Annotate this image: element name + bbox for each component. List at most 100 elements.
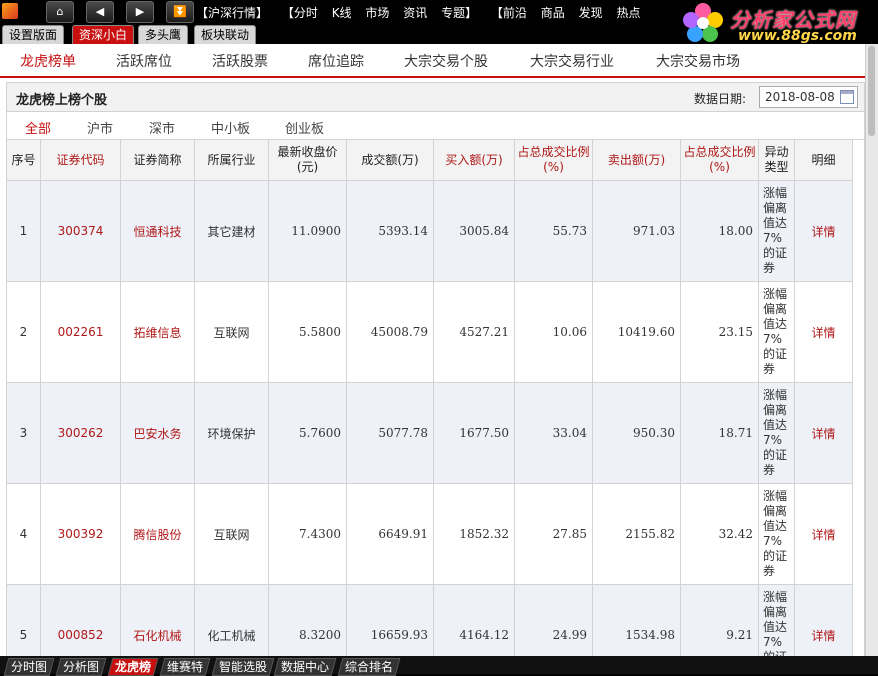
- sell-ratio: 18.71: [680, 382, 759, 484]
- table-row[interactable]: 5 000852 石化机械 化工机械 8.3200 16659.93 4164.12 24.9…: [6, 584, 853, 656]
- tab-block-trade-stocks[interactable]: 大宗交易个股: [404, 51, 488, 71]
- detail-link[interactable]: 详情: [794, 281, 853, 383]
- filter-sme-board[interactable]: 中小板: [211, 118, 250, 137]
- tab-dragon-tiger-list[interactable]: 龙虎榜单: [20, 51, 76, 71]
- btab-data-center-label: 数据中心: [281, 660, 330, 674]
- col-header-code[interactable]: 证券代码: [40, 139, 121, 181]
- col-header-industry[interactable]: 所属行业: [194, 139, 269, 181]
- tab-senior-novice[interactable]: 资深小白: [72, 25, 135, 44]
- btab-weisaite[interactable]: 维赛特: [159, 658, 211, 676]
- filter-shanghai[interactable]: 沪市: [87, 118, 113, 137]
- btab-smart-pick[interactable]: 智能选股: [211, 658, 275, 676]
- stock-name[interactable]: 恒通科技: [120, 180, 195, 282]
- table-row[interactable]: 4 300392 腾信股份 互联网 7.4300 6649.91 1852.32 27.85 2…: [6, 483, 853, 585]
- btab-data-center[interactable]: 数据中心: [273, 658, 337, 676]
- vertical-scrollbar[interactable]: [865, 44, 878, 656]
- back-arrow-icon[interactable]: ◀: [86, 1, 114, 23]
- filter-all[interactable]: 全部: [25, 118, 51, 137]
- stock-code[interactable]: 300392: [40, 483, 121, 585]
- menu-item-discover[interactable]: 发现: [579, 4, 603, 21]
- menu-item-market[interactable]: 【沪深行情】: [196, 4, 268, 21]
- btab-smart-pick-label: 智能选股: [219, 660, 268, 674]
- tab-layout-settings[interactable]: 设置版面: [2, 25, 65, 44]
- listed-stocks-panel: 龙虎榜上榜个股 数据日期: 2018-08-08 全部 沪市 深市 中小板 创业…: [6, 82, 865, 656]
- app-icon[interactable]: [2, 3, 18, 19]
- table-row[interactable]: 2 002261 拓维信息 互联网 5.5800 45008.79 4527.21 10.06…: [6, 281, 853, 383]
- tab-block-trade-market[interactable]: 大宗交易市场: [656, 51, 740, 71]
- tab-active-stocks[interactable]: 活跃股票: [212, 51, 268, 71]
- table-row[interactable]: 3 300262 巴安水务 环境保护 5.7600 5077.78 1677.50 33.04…: [6, 382, 853, 484]
- turnover: 45008.79: [346, 281, 434, 383]
- turnover: 6649.91: [346, 483, 434, 585]
- col-header-close[interactable]: 最新收盘价(元): [268, 139, 347, 181]
- stock-code[interactable]: 300262: [40, 382, 121, 484]
- detail-link[interactable]: 详情: [794, 584, 853, 656]
- tab-active-seats[interactable]: 活跃席位: [116, 51, 172, 71]
- turnover: 5077.78: [346, 382, 434, 484]
- calendar-icon[interactable]: [840, 90, 854, 104]
- stock-code[interactable]: 300374: [40, 180, 121, 282]
- col-header-amount[interactable]: 成交额(万): [346, 139, 434, 181]
- filter-shenzhen[interactable]: 深市: [149, 118, 175, 137]
- btab-dragon-tiger[interactable]: 龙虎榜: [107, 658, 159, 676]
- menu-item-hot[interactable]: 热点: [616, 4, 640, 21]
- detail-link[interactable]: 详情: [794, 180, 853, 282]
- menu-item-goods[interactable]: 商品: [541, 4, 565, 21]
- stock-name[interactable]: 巴安水务: [120, 382, 195, 484]
- col-header-sell-pct[interactable]: 占总成交比例(%): [680, 139, 759, 181]
- btab-timeshare[interactable]: 分时图: [3, 658, 55, 676]
- buy-amount: 1677.50: [433, 382, 515, 484]
- tab-block-trade-industry[interactable]: 大宗交易行业: [530, 51, 614, 71]
- detail-link[interactable]: 详情: [794, 382, 853, 484]
- menu-item-kline[interactable]: K线: [332, 4, 352, 21]
- col-header-buy-pct[interactable]: 占总成交比例(%): [514, 139, 593, 181]
- chevron-down-icon[interactable]: ⏬: [166, 1, 194, 23]
- menu-item-news[interactable]: 资讯: [403, 4, 427, 21]
- close-price: 5.7600: [268, 382, 347, 484]
- btab-weisaite-label: 维赛特: [167, 660, 204, 674]
- table-row[interactable]: 1 300374 恒通科技 其它建材 11.0900 5393.14 3005.84 55.7…: [6, 180, 853, 282]
- date-label: 数据日期:: [693, 92, 746, 106]
- col-header-type[interactable]: 异动类型: [758, 139, 795, 181]
- stock-code[interactable]: 000852: [40, 584, 121, 656]
- col-header-sell[interactable]: 卖出额(万): [592, 139, 681, 181]
- bottom-tabs: 分时图 分析图 龙虎榜 维赛特 智能选股 数据中心 综合排名: [0, 656, 878, 676]
- panel-header: 龙虎榜上榜个股 数据日期: 2018-08-08: [7, 83, 864, 112]
- detail-link[interactable]: 详情: [794, 483, 853, 585]
- layout-tabs: 设置版面 资深小白 多头鹰 板块联动: [0, 24, 878, 44]
- menu-item-markets[interactable]: 市场: [365, 4, 389, 21]
- stock-code[interactable]: 002261: [40, 281, 121, 383]
- sell-amount: 10419.60: [592, 281, 681, 383]
- stock-name[interactable]: 石化机械: [120, 584, 195, 656]
- market-filters: 全部 沪市 深市 中小板 创业板: [7, 112, 864, 140]
- col-header-name[interactable]: 证券简称: [120, 139, 195, 181]
- buy-amount: 3005.84: [433, 180, 515, 282]
- table-header-row: 序号 证券代码 证券简称 所属行业 最新收盘价(元) 成交额(万) 买入额(万)…: [6, 139, 853, 181]
- stock-name[interactable]: 腾信股份: [120, 483, 195, 585]
- buy-amount: 1852.32: [433, 483, 515, 585]
- sell-ratio: 18.00: [680, 180, 759, 282]
- buy-ratio: 27.85: [514, 483, 593, 585]
- btab-analysis[interactable]: 分析图: [55, 658, 107, 676]
- sell-ratio: 23.15: [680, 281, 759, 383]
- tab-bull-eagle[interactable]: 多头鹰: [138, 25, 189, 44]
- col-header-buy[interactable]: 买入额(万): [433, 139, 515, 181]
- stock-name[interactable]: 拓维信息: [120, 281, 195, 383]
- home-icon[interactable]: ⌂: [46, 1, 74, 23]
- menu-item-topics[interactable]: 专题】: [441, 4, 477, 21]
- filter-chinext[interactable]: 创业板: [285, 118, 324, 137]
- scroll-thumb[interactable]: [868, 46, 875, 136]
- tab-sector-link[interactable]: 板块联动: [194, 25, 257, 44]
- menu-item-timeshare[interactable]: 【分时: [282, 4, 318, 21]
- btab-ranking[interactable]: 综合排名: [337, 658, 401, 676]
- sell-amount: 971.03: [592, 180, 681, 282]
- date-picker[interactable]: 2018-08-08: [759, 86, 858, 108]
- close-price: 8.3200: [268, 584, 347, 656]
- buy-amount: 4527.21: [433, 281, 515, 383]
- col-header-no[interactable]: 序号: [6, 139, 41, 181]
- menu-item-frontier[interactable]: 【前沿: [491, 4, 527, 21]
- main-menu: 【沪深行情】 【分时 K线 市场 资讯 专题】 【前沿 商品 发现 热点: [196, 4, 650, 21]
- anomaly-type: 涨幅偏离值达7%的证券: [758, 180, 795, 282]
- forward-arrow-icon[interactable]: ▶: [126, 1, 154, 23]
- tab-seat-tracking[interactable]: 席位追踪: [308, 51, 364, 71]
